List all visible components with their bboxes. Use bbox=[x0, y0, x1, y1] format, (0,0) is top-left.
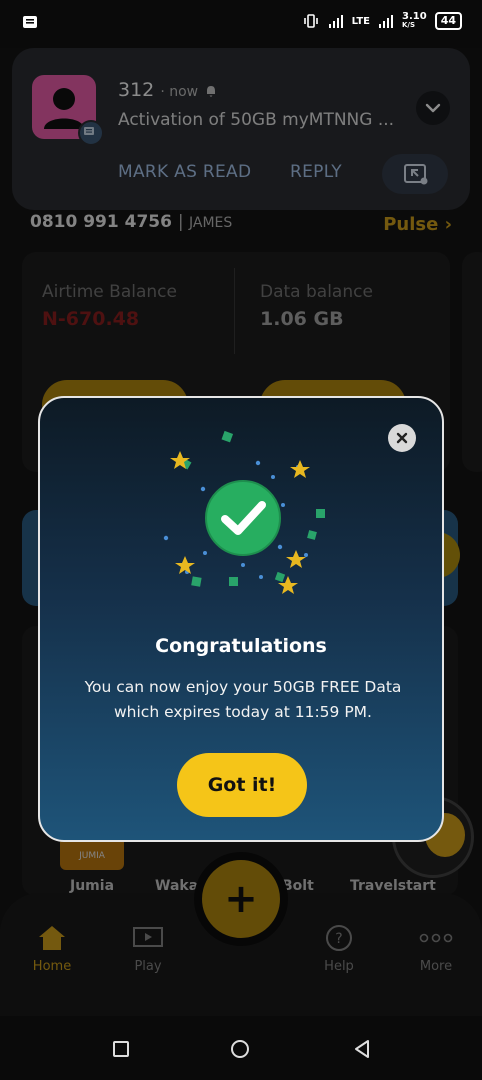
network-type: LTE bbox=[351, 15, 370, 27]
signal-icon-2 bbox=[379, 15, 393, 28]
home-circle-icon[interactable] bbox=[230, 1039, 250, 1059]
message-notification-icon bbox=[23, 16, 37, 28]
success-check-icon bbox=[205, 480, 281, 556]
celebration-illustration bbox=[163, 430, 325, 594]
system-navigation-bar bbox=[0, 1016, 482, 1080]
congratulations-dialog: Congratulations You can now enjoy your 5… bbox=[38, 396, 444, 842]
battery-indicator: 44 bbox=[434, 12, 462, 30]
status-bar: LTE 3.10 K/S 44 bbox=[0, 0, 482, 48]
signal-icon bbox=[328, 15, 343, 28]
recents-icon[interactable] bbox=[112, 1040, 130, 1058]
got-it-button[interactable]: Got it! bbox=[177, 753, 307, 817]
vibrate-icon bbox=[303, 14, 318, 28]
back-icon[interactable] bbox=[352, 1039, 372, 1059]
dialog-message: You can now enjoy your 50GB FREE Data wh… bbox=[84, 678, 402, 721]
dialog-title: Congratulations bbox=[155, 635, 327, 657]
net-speed: 3.10 K/S bbox=[402, 11, 427, 30]
